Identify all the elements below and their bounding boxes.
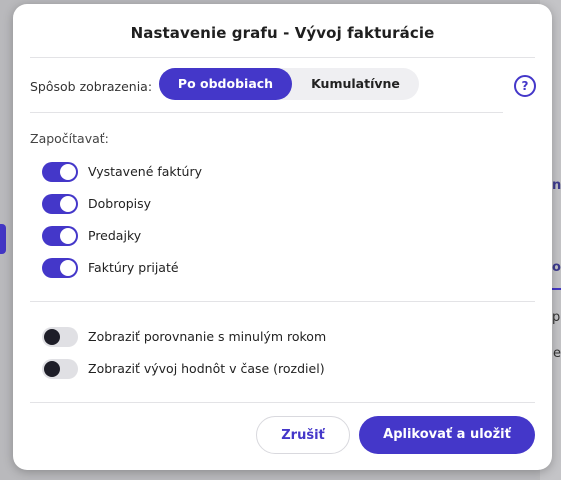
toggle-label: Zobraziť porovnanie s minulým rokom [88,329,327,344]
toggle-knob [60,164,76,180]
display-mode-toggle: Po obdobiach Kumulatívne [159,68,419,100]
divider [30,402,535,403]
chart-settings-dialog: Nastavenie grafu - Vývoj fakturácie Spôs… [13,4,552,470]
value-difference-toggle[interactable] [42,359,78,379]
toggle-label: Predajky [88,228,142,243]
toggle-knob [44,329,60,345]
divider [30,112,503,113]
background-text: o [552,260,561,275]
dialog-title: Nastavenie grafu - Vývoj fakturácie [130,24,435,42]
toggle-knob [60,228,76,244]
toggle-label: Dobropisy [88,196,152,211]
help-icon[interactable]: ? [514,75,536,97]
compare-last-year-toggle[interactable] [42,327,78,347]
apply-and-save-button[interactable]: Aplikovať a uložiť [359,416,535,454]
background-side-tab [0,224,6,254]
credit-notes-toggle[interactable] [42,194,78,214]
toggle-knob [44,361,60,377]
received-invoices-toggle[interactable] [42,258,78,278]
toggle-knob [60,260,76,276]
receipts-toggle[interactable] [42,226,78,246]
cancel-button[interactable]: Zrušiť [256,416,350,454]
background-text: e [553,346,561,361]
toggle-label: Zobraziť vývoj hodnôt v čase (rozdiel) [88,361,325,376]
toggle-label: Vystavené faktúry [88,164,203,179]
mode-option-by-period[interactable]: Po obdobiach [159,68,292,100]
issued-invoices-toggle[interactable] [42,162,78,182]
display-mode-label: Spôsob zobrazenia: [30,79,153,94]
background-tab-underline [552,288,561,290]
toggle-knob [60,196,76,212]
include-section-label: Započítavať: [30,131,109,146]
toggle-label: Faktúry prijaté [88,260,179,275]
divider [30,57,535,58]
background-text: po [552,310,561,325]
divider [30,301,535,302]
background-text: n [552,178,561,193]
mode-option-cumulative[interactable]: Kumulatívne [292,68,419,100]
